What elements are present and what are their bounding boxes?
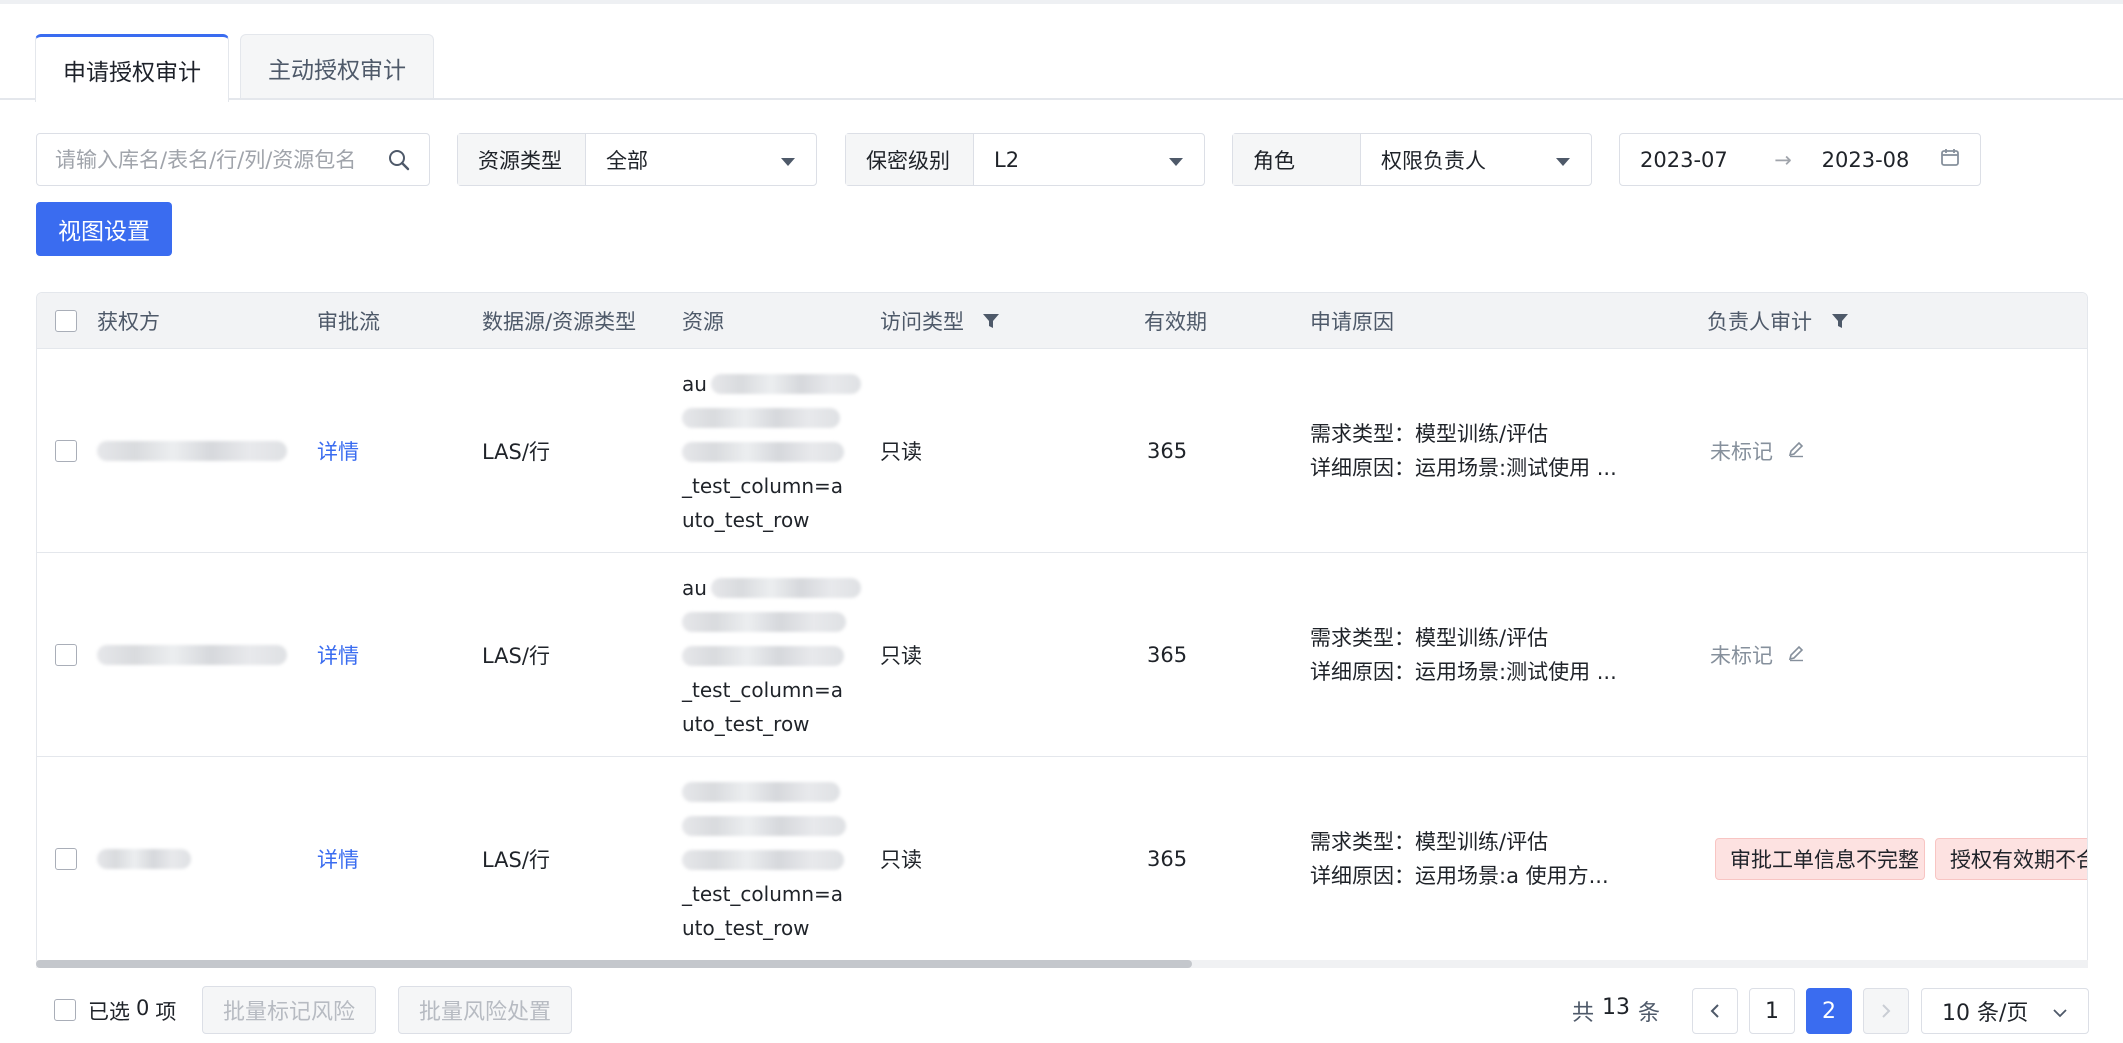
horizontal-scrollbar-thumb[interactable]	[36, 960, 1192, 968]
search-icon[interactable]	[387, 148, 411, 172]
security-level-label: 保密级别	[846, 134, 974, 185]
date-start[interactable]: 2023-07	[1640, 148, 1758, 172]
next-page-button[interactable]	[1863, 988, 1909, 1034]
reason-type: 需求类型：模型训练/评估	[1310, 626, 1549, 650]
col-owner-audit: 负责人审计	[1707, 310, 1812, 334]
reason-detail: 详细原因：运用场景:a 使用方...	[1310, 864, 1609, 888]
table-header: 获权方 审批流 数据源/资源类型 资源 访问类型 有效期 申请原因 负责人审计	[37, 293, 2087, 349]
row-checkbox[interactable]	[55, 757, 77, 961]
resource-type-value: 全部	[606, 148, 648, 173]
resource-cell: _test_column=a uto_test_row	[682, 775, 882, 945]
reason-detail: 详细原因：运用场景:测试使用 ...	[1310, 456, 1617, 480]
reason-cell: 需求类型：模型训练/评估 详细原因：运用场景:a 使用方...	[1310, 825, 1609, 893]
chevron-down-icon	[2052, 999, 2068, 1024]
caret-down-icon	[1555, 148, 1571, 172]
security-level-value: L2	[994, 147, 1020, 172]
col-source-type: 数据源/资源类型	[482, 310, 637, 334]
reason-type: 需求类型：模型训练/评估	[1310, 830, 1549, 854]
page-1-button[interactable]: 1	[1749, 988, 1795, 1034]
col-resource: 资源	[682, 310, 724, 334]
col-reason: 申请原因	[1310, 310, 1394, 334]
validity: 365	[1147, 643, 1188, 667]
edit-icon[interactable]	[1787, 643, 1805, 667]
reason-detail: 详细原因：运用场景:测试使用 ...	[1310, 660, 1617, 684]
reason-type: 需求类型：模型训练/评估	[1310, 422, 1549, 446]
grantee-redacted	[97, 349, 287, 553]
grantee-redacted	[97, 553, 287, 757]
batch-handle-risk-button[interactable]: 批量风险处置	[398, 986, 573, 1034]
grantee-redacted	[97, 757, 191, 961]
source-type: LAS/行	[482, 440, 550, 464]
security-level-select[interactable]: 保密级别 L2	[845, 133, 1205, 186]
reason-cell: 需求类型：模型训练/评估 详细原因：运用场景:测试使用 ...	[1310, 417, 1617, 485]
caret-down-icon	[780, 148, 796, 172]
row-checkbox[interactable]	[55, 553, 77, 757]
prev-page-button[interactable]	[1692, 988, 1738, 1034]
edit-icon[interactable]	[1787, 439, 1805, 463]
date-end[interactable]: 2023-08	[1822, 148, 1940, 172]
access-type: 只读	[880, 848, 922, 872]
resource-cell: au _test_column=a uto_test_row	[682, 571, 882, 741]
total-count: 共 13 条	[1572, 995, 1661, 1026]
role-label: 角色	[1233, 134, 1361, 185]
search-box[interactable]	[36, 133, 430, 186]
tab-apply-audit[interactable]: 申请授权审计	[35, 34, 229, 102]
selected-count: 已选 0 项	[88, 996, 177, 1024]
table-row: 详情 LAS/行 _test_column=a uto_test_row 只读 …	[37, 757, 2087, 961]
audit-tag[interactable]: 授权有效期不合	[1935, 838, 2087, 880]
source-type: LAS/行	[482, 644, 550, 668]
tab-active-audit[interactable]: 主动授权审计	[240, 34, 434, 100]
resource-cell: au _test_column=a uto_test_row	[682, 367, 882, 537]
tab-divider	[0, 98, 2123, 100]
caret-down-icon	[1168, 148, 1184, 172]
col-grantee: 获权方	[97, 310, 160, 334]
col-validity: 有效期	[1144, 310, 1207, 334]
col-access-type: 访问类型	[880, 310, 964, 334]
access-type: 只读	[880, 644, 922, 668]
select-all-checkbox[interactable]	[55, 293, 77, 349]
arrow-right-icon: →	[1774, 147, 1792, 172]
resource-type-label: 资源类型	[458, 134, 586, 185]
role-select[interactable]: 角色 权限负责人	[1232, 133, 1592, 186]
date-range-picker[interactable]: 2023-07 → 2023-08	[1619, 133, 1981, 186]
resource-type-select[interactable]: 资源类型 全部	[457, 133, 817, 186]
audit-status: 未标记	[1710, 349, 1805, 553]
source-type: LAS/行	[482, 848, 550, 872]
audit-status: 未标记	[1710, 553, 1805, 757]
col-approval-flow: 审批流	[317, 310, 380, 334]
role-value: 权限负责人	[1381, 148, 1486, 173]
audit-tag[interactable]: 审批工单信息不完整	[1715, 838, 1925, 880]
table-row: 详情 LAS/行 au _test_column=a uto_test_row …	[37, 553, 2087, 757]
tab-bar: 申请授权审计 主动授权审计	[0, 0, 2123, 102]
batch-mark-risk-button[interactable]: 批量标记风险	[202, 986, 377, 1034]
audit-table: 获权方 审批流 数据源/资源类型 资源 访问类型 有效期 申请原因 负责人审计 …	[36, 292, 2088, 968]
row-checkbox[interactable]	[55, 349, 77, 553]
table-footer: 已选 0 项 批量标记风险 批量风险处置 共 13 条 1 2 10 条/页	[0, 986, 2123, 1038]
search-input[interactable]	[55, 147, 387, 172]
approval-detail-link[interactable]: 详情	[317, 553, 359, 757]
validity: 365	[1147, 847, 1188, 871]
calendar-icon	[1940, 147, 1960, 172]
access-type: 只读	[880, 440, 922, 464]
reason-cell: 需求类型：模型训练/评估 详细原因：运用场景:测试使用 ...	[1310, 621, 1617, 689]
approval-detail-link[interactable]: 详情	[317, 349, 359, 553]
validity: 365	[1147, 439, 1188, 463]
table-row: 详情 LAS/行 au _test_column=a uto_test_row …	[37, 349, 2087, 553]
approval-detail-link[interactable]: 详情	[317, 757, 359, 961]
view-settings-button[interactable]: 视图设置	[36, 202, 172, 256]
filter-icon[interactable]	[1831, 293, 1849, 349]
page-2-button[interactable]: 2	[1806, 988, 1852, 1034]
filter-icon[interactable]	[982, 293, 1000, 349]
footer-select-all-checkbox[interactable]	[54, 999, 76, 1021]
page-size-select[interactable]: 10 条/页	[1921, 988, 2089, 1034]
